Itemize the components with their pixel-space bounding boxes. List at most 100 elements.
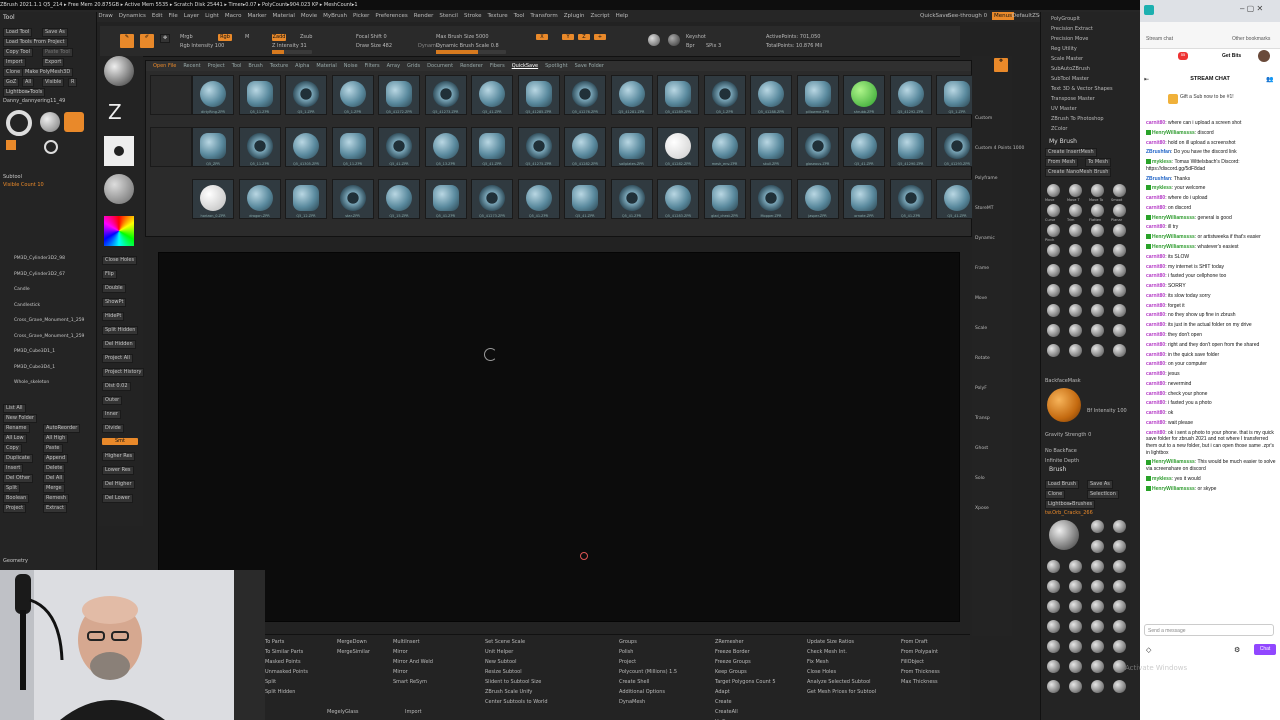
menu-edit[interactable]: Edit bbox=[152, 13, 163, 19]
shelf-fillobject-button[interactable]: FillObject bbox=[901, 659, 924, 665]
shelf-to-parts-button[interactable]: To Parts bbox=[265, 639, 284, 645]
menu-macro[interactable]: Macro bbox=[225, 13, 242, 19]
settings-icon[interactable]: ⚙ bbox=[1234, 646, 1240, 654]
chat-username[interactable]: mykless bbox=[1152, 159, 1172, 165]
gift-icon[interactable] bbox=[1168, 94, 1178, 104]
brush-sphere-icon[interactable] bbox=[1069, 344, 1082, 357]
plugin-scale-master[interactable]: Scale Master bbox=[1051, 56, 1083, 62]
brush-sphere-icon[interactable] bbox=[1069, 640, 1082, 653]
menu-dynamics[interactable]: Dynamics bbox=[119, 13, 146, 19]
chat-username[interactable]: mykless bbox=[1152, 185, 1172, 191]
left-strip-del-higher[interactable]: Del Higher bbox=[102, 480, 135, 489]
brush-sphere-icon[interactable] bbox=[1091, 680, 1104, 693]
shelf-multiinsert-button[interactable]: MultiInsert bbox=[393, 639, 420, 645]
brush-sphere-icon[interactable] bbox=[1113, 344, 1126, 357]
brush-sphere-icon[interactable] bbox=[1069, 680, 1082, 693]
subtool-header[interactable]: Subtool bbox=[3, 174, 22, 180]
lightbox-thumbnail[interactable]: Q5_41.ZPR bbox=[564, 179, 606, 219]
new-folder-button[interactable]: New Folder bbox=[3, 414, 37, 423]
brush-sphere-icon[interactable] bbox=[1091, 640, 1104, 653]
brush-sphere-icon[interactable] bbox=[1113, 304, 1126, 317]
lightbox-tab-renderer[interactable]: Renderer bbox=[460, 63, 483, 69]
shelf-target-polygons-count-5-button[interactable]: Target Polygons Count 5 bbox=[715, 679, 776, 685]
lightbox-thumbnail[interactable]: Q5_1.ZPR bbox=[285, 75, 327, 115]
lightbox-tab-tool[interactable]: Tool bbox=[232, 63, 242, 69]
brush-sphere-icon[interactable] bbox=[1113, 580, 1126, 593]
tool-op-all-high-button[interactable]: All High bbox=[43, 434, 69, 443]
tool-op-rename-button[interactable]: Rename bbox=[3, 424, 30, 433]
brush-sphere-icon[interactable] bbox=[1091, 224, 1104, 237]
brush-sphere-icon[interactable] bbox=[1069, 580, 1082, 593]
shelf-mirror-and-weld-button[interactable]: Mirror And Weld bbox=[393, 659, 433, 665]
menu-mybrush[interactable]: MyBrush bbox=[323, 13, 347, 19]
folder-icon[interactable] bbox=[150, 127, 192, 167]
lightbox-tools-button[interactable]: Lightbox▸Tools bbox=[3, 88, 46, 97]
lightbox-tab-save-folder[interactable]: Save Folder bbox=[575, 63, 604, 69]
right-strip-scale[interactable]: Scale bbox=[975, 326, 987, 331]
lightbox-thumbnail[interactable]: Q5_41282.ZPR bbox=[657, 127, 699, 167]
shelf-set-scene-scale-button[interactable]: Set Scene Scale bbox=[485, 639, 525, 645]
brush-sphere-icon[interactable] bbox=[1069, 620, 1082, 633]
lightbox-thumbnail[interactable]: Q5_12.ZPR bbox=[285, 179, 327, 219]
left-strip-inner[interactable]: Inner bbox=[102, 410, 121, 419]
menu-stroke[interactable]: Stroke bbox=[464, 13, 482, 19]
current-brush-slider[interactable]: tw.Orb_Cracks_266 bbox=[1045, 510, 1093, 516]
lightbox-thumbnail[interactable]: Q5_41282.ZPR bbox=[564, 127, 606, 167]
brush-sphere-icon[interactable] bbox=[1069, 204, 1082, 217]
lightbox-tab-texture[interactable]: Texture bbox=[270, 63, 288, 69]
shelf-mirror-button[interactable]: Mirror bbox=[393, 669, 408, 675]
shelf-max-thickness-button[interactable]: Max Thickness bbox=[901, 679, 938, 685]
shelf-to-similar-parts-button[interactable]: To Similar Parts bbox=[265, 649, 303, 655]
shelf-center-subtools-to-world-button[interactable]: Center Subtools to World bbox=[485, 699, 548, 705]
browser-favicon-icon[interactable] bbox=[1144, 5, 1154, 15]
create-insertmesh-button[interactable]: Create InsertMesh bbox=[1045, 148, 1097, 157]
chat-username[interactable]: carnit80 bbox=[1146, 381, 1165, 387]
other-bookmarks[interactable]: Other bookmarks bbox=[1232, 36, 1270, 42]
right-strip-transp[interactable]: Transp bbox=[975, 416, 990, 421]
left-strip-project-all[interactable]: Project All bbox=[102, 354, 133, 363]
current-tool-slider[interactable]: Danny_dannyering11_49 bbox=[3, 98, 65, 104]
shelf-polycount-millions-1-5-button[interactable]: Polycount (Millions) 1.5 bbox=[619, 669, 677, 675]
chat-username[interactable]: carnit80 bbox=[1146, 352, 1165, 358]
lightbox-thumbnail[interactable]: Q5_41.ZPR bbox=[424, 179, 467, 219]
chat-send-button[interactable]: Chat bbox=[1254, 644, 1276, 655]
brush-sphere-icon[interactable] bbox=[1113, 204, 1126, 217]
geometry-header[interactable]: Geometry bbox=[3, 558, 28, 564]
chat-username[interactable]: carnit80 bbox=[1146, 332, 1165, 338]
lightbox-brushes-button[interactable]: Lightbox▸Brushes bbox=[1045, 500, 1096, 509]
brush-sphere-icon[interactable] bbox=[1091, 620, 1104, 633]
focal-shift-slider[interactable]: Focal Shift 0 bbox=[356, 34, 387, 40]
lightbox-tab-recent[interactable]: Recent bbox=[183, 63, 200, 69]
lightbox-thumbnail[interactable]: Q5_41292.ZPR bbox=[889, 75, 932, 115]
right-strip-frame[interactable]: Frame bbox=[975, 266, 989, 271]
max-brush-size-slider[interactable]: Max Brush Size 5000 bbox=[436, 34, 489, 40]
move-mode-button[interactable]: ✥ bbox=[160, 34, 171, 43]
save-as-button[interactable]: Save As bbox=[42, 28, 68, 37]
render-sphere-icon[interactable] bbox=[668, 34, 680, 46]
menu-texture[interactable]: Texture bbox=[488, 13, 508, 19]
shelf-from-draft-button[interactable]: From Draft bbox=[901, 639, 928, 645]
lightbox-tab-brush[interactable]: Brush bbox=[248, 63, 262, 69]
brush-sphere-icon[interactable] bbox=[1047, 264, 1060, 277]
brush-sphere-icon[interactable] bbox=[1047, 224, 1060, 237]
menus-toggle[interactable]: Menus bbox=[992, 12, 1014, 20]
brush-sphere-icon[interactable] bbox=[1091, 560, 1104, 573]
lightbox-thumbnail[interactable]: Q5_41.ZPR bbox=[843, 127, 885, 167]
subtool-item[interactable]: Cross_Grave_Monument_1_259 bbox=[14, 318, 84, 323]
chat-username[interactable]: carnit80 bbox=[1146, 322, 1165, 328]
brush-sphere-icon[interactable] bbox=[1047, 204, 1060, 217]
left-strip-double[interactable]: Double bbox=[102, 284, 126, 293]
brush-sphere-icon[interactable] bbox=[1091, 204, 1104, 217]
brush-clone-button[interactable]: Clone bbox=[1045, 490, 1066, 499]
material-sphere-icon[interactable] bbox=[648, 34, 660, 46]
left-strip-showpt[interactable]: ShowPt bbox=[102, 298, 127, 307]
menu-file[interactable]: File bbox=[169, 13, 178, 19]
shelf-create-button[interactable]: Create bbox=[715, 699, 732, 705]
export-button[interactable]: Export bbox=[42, 58, 65, 67]
menu-stencil[interactable]: Stencil bbox=[439, 13, 458, 19]
lightbox-tab-document[interactable]: Document bbox=[427, 63, 453, 69]
menu-preferences[interactable]: Preferences bbox=[375, 13, 407, 19]
brush-sphere-icon[interactable] bbox=[1091, 264, 1104, 277]
right-strip-rotate[interactable]: Rotate bbox=[975, 356, 990, 361]
make-polymesh-button[interactable]: Make PolyMesh3D bbox=[22, 68, 74, 77]
